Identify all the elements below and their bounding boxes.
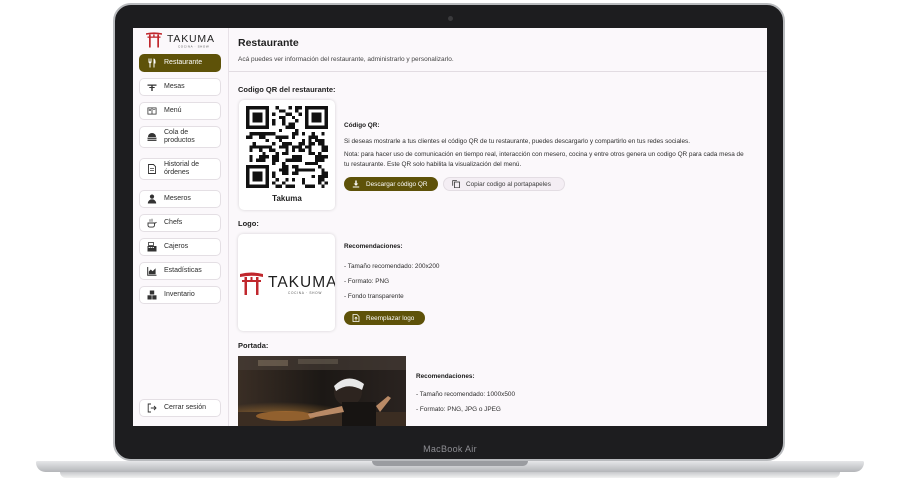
sidebar-item-estadisticas[interactable]: Estadísticas [139, 262, 221, 280]
cover-recommendation-item: - Tamaño recomendado: 1000x500 [416, 391, 516, 398]
queue-icon [147, 132, 157, 142]
logo-section-title: Logo: [238, 219, 259, 228]
download-qr-label: Descargar código QR [366, 180, 428, 188]
device-label: MacBook Air [423, 444, 477, 454]
qr-caption: Takuma [272, 194, 302, 203]
sidebar-item-menu[interactable]: Menú [139, 102, 221, 120]
sidebar-item-chefs[interactable]: Chefs [139, 214, 221, 232]
logo-card: TAKUMA COCINA · SHOW [238, 234, 336, 331]
upload-file-icon [352, 314, 360, 322]
logout-label: Cerrar sesión [164, 404, 207, 411]
qr-section-title: Codigo QR del restaurante: [238, 85, 336, 94]
replace-logo-button[interactable]: Reemplazar logo [344, 311, 425, 325]
main-content: Restaurante Acá puedes ver información d… [229, 28, 767, 426]
camera-icon [448, 16, 453, 21]
sidebar-item-mesas[interactable]: Mesas [139, 78, 221, 96]
logo-recommendation-item: - Tamaño recomendado: 200x200 [344, 263, 440, 270]
replace-logo-label: Reemplazar logo [366, 314, 415, 322]
cover-recommendation-item: - Formato: PNG, JPG o JPEG [416, 406, 501, 413]
copy-icon [452, 180, 460, 188]
logo-brand-name: TAKUMA [268, 274, 335, 291]
logout-icon [147, 403, 157, 413]
sidebar-item-historial[interactable]: Historial de órdenes [139, 158, 221, 180]
sidebar-item-label: Cola de productos [164, 129, 195, 144]
sidebar-item-label: Estadísticas [164, 267, 202, 274]
sidebar-item-label: Mesas [164, 83, 185, 90]
waiter-icon [147, 194, 157, 204]
qr-description: Si deseas mostrarle a tus clientes el có… [344, 138, 690, 145]
page-header: Restaurante Acá puedes ver información d… [229, 28, 767, 72]
sidebar-item-label: Historial de órdenes [164, 161, 200, 176]
download-icon [352, 180, 360, 188]
laptop-notch [372, 461, 528, 466]
register-icon [147, 242, 157, 252]
sidebar: TAKUMA COCINA · SHOW Restaurante Mesas M… [133, 28, 229, 426]
boxes-icon [147, 290, 157, 300]
brand-logo: TAKUMA COCINA · SHOW [145, 31, 225, 49]
laptop-frame: TAKUMA COCINA · SHOW Restaurante Mesas M… [0, 0, 900, 490]
logo-recommendations-heading: Recomendaciones: [344, 243, 403, 250]
sidebar-item-cajeros[interactable]: Cajeros [139, 238, 221, 256]
sidebar-item-restaurante[interactable]: Restaurante [139, 54, 221, 72]
sidebar-item-inventario[interactable]: Inventario [139, 286, 221, 304]
restaurant-logo-image: TAKUMA COCINA · SHOW [240, 272, 336, 295]
download-qr-button[interactable]: Descargar código QR [344, 177, 438, 191]
qr-note: Nota: para hacer uso de comunicación en … [344, 151, 744, 168]
brand-tagline: COCINA · SHOW [178, 45, 209, 49]
sidebar-item-label: Restaurante [164, 59, 203, 66]
cover-section-title: Portada: [238, 341, 269, 350]
logout-button[interactable]: Cerrar sesión [139, 399, 221, 417]
chart-icon [147, 266, 157, 276]
qr-heading: Código QR: [344, 122, 380, 129]
fork-knife-icon [147, 58, 157, 68]
copy-qr-button[interactable]: Copiar codigo al portapapeles [443, 177, 565, 191]
laptop-foot [60, 472, 840, 478]
brand-name: TAKUMA [167, 33, 215, 45]
cover-image [238, 356, 406, 426]
cover-recommendations-heading: Recomendaciones: [416, 373, 475, 380]
sidebar-item-cola-de-productos[interactable]: Cola de productos [139, 126, 221, 148]
document-icon [147, 164, 157, 174]
sidebar-item-label: Menú [164, 107, 182, 114]
sidebar-item-label: Meseros [164, 195, 191, 202]
table-icon [147, 82, 157, 92]
sidebar-item-meseros[interactable]: Meseros [139, 190, 221, 208]
sidebar-item-label: Cajeros [164, 243, 189, 250]
sidebar-item-label: Inventario [164, 291, 195, 298]
qr-code-image [246, 106, 328, 188]
page-subtitle: Acá puedes ver información del restauran… [238, 56, 454, 63]
logo-recommendation-item: - Fondo transparente [344, 293, 404, 300]
copy-qr-label: Copiar codigo al portapapeles [466, 180, 551, 188]
qr-card: Takuma [239, 100, 335, 210]
page-title: Restaurante [238, 37, 299, 49]
app-screen: TAKUMA COCINA · SHOW Restaurante Mesas M… [133, 28, 767, 426]
logo-brand-tagline: COCINA · SHOW [288, 291, 322, 295]
menu-book-icon [147, 106, 157, 116]
sidebar-item-label: Chefs [164, 219, 183, 226]
logo-recommendation-item: - Formato: PNG [344, 278, 390, 285]
chef-icon [147, 218, 157, 228]
